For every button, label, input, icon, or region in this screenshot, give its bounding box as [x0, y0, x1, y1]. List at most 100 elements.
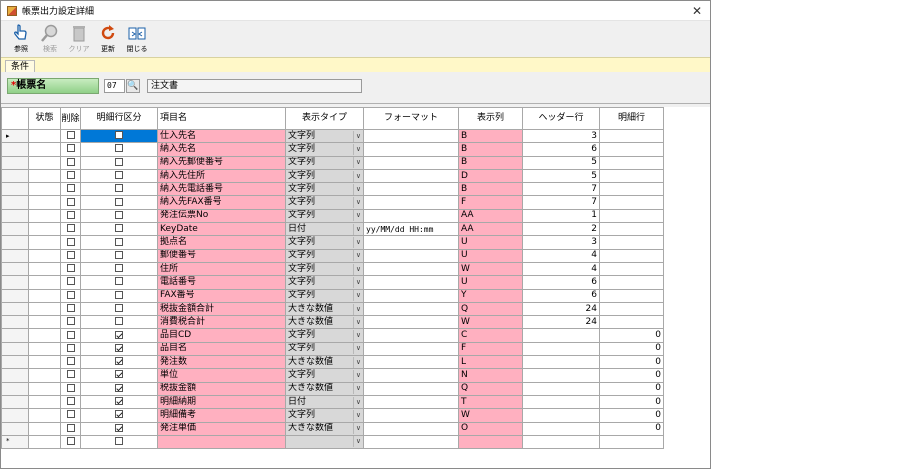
cell-display-type[interactable]: 文字列 ∨: [285, 275, 364, 290]
table-row[interactable]: 税抜金額合計 大きな数値 ∨ Q 24: [1, 301, 664, 317]
detail-flag-checkbox[interactable]: [115, 131, 123, 140]
detail-flag-checkbox[interactable]: [115, 290, 123, 299]
cell-status[interactable]: [28, 381, 61, 396]
delete-checkbox[interactable]: [66, 224, 75, 233]
cell-display-column[interactable]: [458, 434, 523, 450]
chevron-down-icon[interactable]: ∨: [352, 143, 361, 155]
cell-header-row[interactable]: [522, 381, 600, 396]
cell-status[interactable]: [28, 261, 61, 277]
row-header[interactable]: [1, 301, 29, 317]
chevron-down-icon[interactable]: ∨: [352, 396, 361, 408]
table-row[interactable]: ▸ 仕入先名 文字列 ∨ B 3: [1, 128, 664, 144]
cell-detail-flag[interactable]: [80, 182, 158, 197]
chevron-down-icon[interactable]: ∨: [352, 356, 361, 368]
cell-header-row[interactable]: 6: [522, 142, 600, 157]
clear-button[interactable]: クリア: [65, 23, 93, 54]
detail-flag-checkbox[interactable]: [115, 397, 123, 406]
cell-format[interactable]: [363, 275, 459, 290]
cell-delete[interactable]: [60, 408, 81, 423]
row-header[interactable]: [1, 248, 29, 263]
detail-flag-checkbox[interactable]: [115, 383, 123, 392]
delete-checkbox[interactable]: [66, 304, 75, 312]
display-type-combo[interactable]: 文字列 ∨: [288, 210, 361, 222]
table-row[interactable]: KeyDate 日付 ∨ yy/MM/dd HH:mm AA 2: [1, 222, 664, 237]
cell-header-row[interactable]: 3: [522, 128, 600, 144]
cell-display-column[interactable]: T: [458, 394, 523, 410]
cell-detail-row[interactable]: [599, 434, 664, 450]
cell-header-row[interactable]: 5: [522, 168, 600, 184]
cell-display-type[interactable]: 日付 ∨: [285, 394, 364, 410]
delete-checkbox[interactable]: [66, 317, 75, 326]
cell-display-type[interactable]: 文字列 ∨: [285, 168, 364, 184]
cell-detail-flag[interactable]: [80, 128, 158, 144]
chevron-down-icon[interactable]: ∨: [352, 157, 361, 169]
cell-detail-row[interactable]: [599, 315, 664, 330]
display-type-combo[interactable]: 文字列 ∨: [288, 369, 361, 381]
cell-delete[interactable]: [60, 195, 81, 210]
cell-header-row[interactable]: 5: [522, 155, 600, 170]
display-type-combo[interactable]: 文字列 ∨: [288, 197, 361, 209]
cell-display-column[interactable]: B: [458, 128, 523, 144]
display-type-combo[interactable]: 大きな数値 ∨: [288, 383, 361, 395]
chevron-down-icon[interactable]: ∨: [352, 383, 361, 395]
cell-delete[interactable]: [60, 155, 81, 170]
cell-delete[interactable]: [60, 381, 81, 396]
detail-flag-checkbox[interactable]: [115, 144, 123, 153]
cell-status[interactable]: [28, 222, 61, 237]
cell-detail-row[interactable]: [599, 195, 664, 210]
row-header[interactable]: [1, 182, 29, 197]
delete-checkbox[interactable]: [66, 264, 75, 273]
cell-detail-row[interactable]: [599, 222, 664, 237]
cell-display-column[interactable]: Q: [458, 301, 523, 317]
cell-item-name[interactable]: 消費税合計: [157, 315, 286, 330]
cell-display-column[interactable]: U: [458, 248, 523, 263]
cell-detail-row[interactable]: 0: [599, 394, 664, 410]
row-header[interactable]: [1, 155, 29, 170]
table-row[interactable]: 発注数 大きな数値 ∨ L 0: [1, 355, 664, 370]
delete-checkbox[interactable]: [66, 250, 75, 259]
cell-display-column[interactable]: AA: [458, 208, 523, 224]
cell-delete[interactable]: [60, 142, 81, 157]
cell-header-row[interactable]: 4: [522, 248, 600, 263]
cell-header-row[interactable]: 4: [522, 261, 600, 277]
cell-detail-row[interactable]: 0: [599, 368, 664, 383]
cell-display-type[interactable]: 大きな数値 ∨: [285, 315, 364, 330]
row-header[interactable]: [1, 288, 29, 303]
table-row[interactable]: 明細備考 文字列 ∨ W 0: [1, 408, 664, 423]
detail-flag-checkbox[interactable]: [115, 343, 123, 352]
cell-detail-row[interactable]: 0: [599, 341, 664, 357]
cell-display-type[interactable]: 文字列 ∨: [285, 155, 364, 170]
table-row[interactable]: 品目名 文字列 ∨ F 0: [1, 341, 664, 357]
table-row[interactable]: 電話番号 文字列 ∨ U 6: [1, 275, 664, 290]
cell-display-type[interactable]: 大きな数値 ∨: [285, 301, 364, 317]
detail-flag-checkbox[interactable]: [115, 410, 123, 419]
row-header[interactable]: *: [1, 434, 29, 450]
cell-delete[interactable]: [60, 235, 81, 250]
cell-item-name[interactable]: FAX番号: [157, 288, 286, 303]
detail-flag-checkbox[interactable]: [115, 277, 123, 286]
detail-flag-checkbox[interactable]: [115, 237, 123, 246]
search-button[interactable]: 検索: [36, 23, 64, 54]
cell-status[interactable]: [28, 128, 61, 144]
delete-checkbox[interactable]: [66, 157, 75, 166]
report-search-button[interactable]: 🔍: [126, 79, 140, 93]
cell-delete[interactable]: [60, 315, 81, 330]
cell-delete[interactable]: [60, 301, 81, 317]
cell-display-column[interactable]: D: [458, 168, 523, 184]
delete-checkbox[interactable]: [66, 197, 75, 206]
cell-detail-row[interactable]: [599, 182, 664, 197]
cell-detail-flag[interactable]: [80, 261, 158, 277]
table-row[interactable]: 発注単価 大きな数値 ∨ O 0: [1, 421, 664, 436]
cell-header-row[interactable]: 24: [522, 315, 600, 330]
cell-display-type[interactable]: ∨: [285, 434, 364, 450]
close-button[interactable]: 閉じる: [123, 23, 151, 54]
cell-display-type[interactable]: 文字列 ∨: [285, 261, 364, 277]
chevron-down-icon[interactable]: ∨: [352, 183, 361, 195]
delete-checkbox[interactable]: [66, 383, 75, 392]
delete-checkbox[interactable]: [66, 237, 75, 246]
cell-display-column[interactable]: N: [458, 368, 523, 383]
cell-display-type[interactable]: 文字列 ∨: [285, 368, 364, 383]
delete-checkbox[interactable]: [66, 397, 75, 406]
col-header-header-row[interactable]: ヘッダー行: [522, 107, 600, 130]
cell-detail-flag[interactable]: [80, 355, 158, 370]
